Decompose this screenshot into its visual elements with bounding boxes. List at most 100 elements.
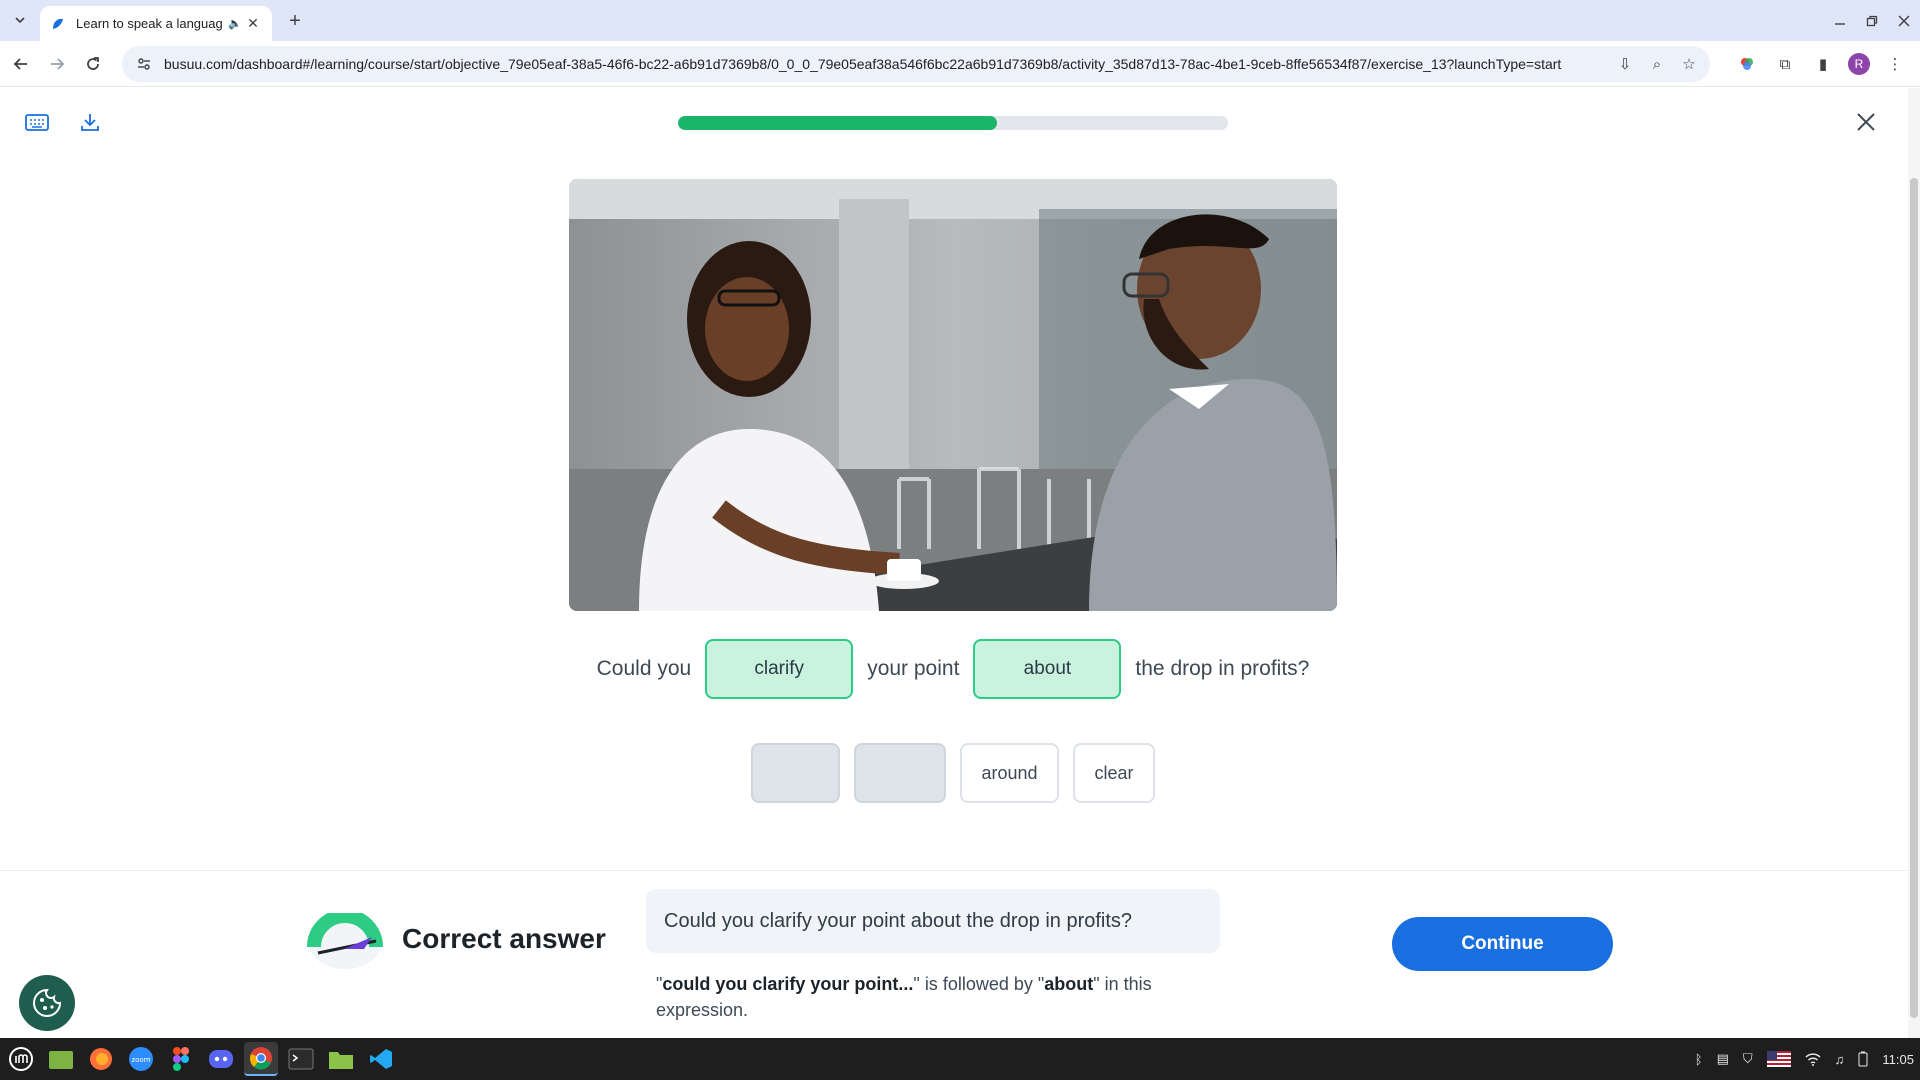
restore-icon[interactable] [1856, 0, 1888, 41]
files-desktop-icon[interactable] [44, 1042, 78, 1076]
explain-middle: " is followed by " [913, 974, 1045, 994]
download-glyph-icon [81, 114, 99, 131]
bluetooth-icon[interactable]: ᛒ [1695, 1052, 1703, 1067]
forward-arrow-icon[interactable] [44, 51, 70, 77]
back-glyph-icon [13, 58, 27, 70]
clipboard-icon[interactable]: ▤ [1717, 1051, 1729, 1067]
office-meeting-illustration [569, 179, 1337, 611]
site-info-icon[interactable] [134, 54, 154, 74]
tab-title: Learn to speak a languag [76, 16, 223, 31]
taskbar-launchers: zoom [4, 1042, 398, 1076]
keyboard-glyph-icon [25, 114, 49, 131]
shield-icon[interactable]: ⛉ [1743, 1051, 1753, 1067]
omnibox-actions: ⇩ ⌕ ☆ [1614, 53, 1700, 75]
profile-avatar[interactable]: R [1848, 53, 1870, 75]
bookmark-star-icon[interactable]: ☆ [1678, 53, 1700, 75]
used-option-slot [751, 743, 840, 803]
vscode-icon[interactable] [364, 1042, 398, 1076]
cookie-settings-button[interactable] [19, 975, 75, 1031]
word-options: around clear [569, 742, 1337, 804]
sentence-part-1: Could you [596, 657, 692, 680]
color-wheel-glyph-icon [1741, 58, 1753, 70]
option-chip[interactable]: around [960, 743, 1059, 803]
discord-icon[interactable] [204, 1042, 238, 1076]
chrome-glyph-icon [250, 1047, 272, 1070]
used-option-slot [854, 743, 946, 803]
extensions-puzzle-icon[interactable]: ⧉ [1772, 51, 1798, 77]
feedback-panel: Correct answer Could you clarify your po… [0, 870, 1908, 1038]
more-menu-icon[interactable]: ⋮ [1882, 51, 1908, 77]
browser-tab-active[interactable]: Learn to speak a languag 🔈 ✕ [40, 6, 272, 41]
wifi-icon[interactable] [1805, 1052, 1821, 1066]
sentence-part-3: the drop in profits? [1135, 657, 1310, 680]
download-icon[interactable] [72, 104, 108, 140]
speaker-muted-icon[interactable]: 🔈 [228, 17, 242, 30]
back-arrow-icon[interactable] [8, 51, 34, 77]
system-tray: ᛒ ▤ ⛉ ♫ 11:05 [1695, 1038, 1914, 1080]
window-controls [1824, 0, 1920, 41]
busuu-favicon-icon [53, 18, 63, 29]
install-app-icon[interactable]: ⇩ [1614, 53, 1636, 75]
keyboard-icon[interactable] [19, 104, 55, 140]
answer-gap-1[interactable]: clarify [705, 639, 854, 699]
terminal-glyph-icon [288, 1048, 314, 1070]
tab-close-icon[interactable]: ✕ [244, 15, 262, 33]
green-folder-glyph-icon [49, 1051, 73, 1069]
tune-glyph-icon [138, 58, 150, 70]
folder-glyph-icon [329, 1052, 353, 1069]
continue-button[interactable]: Continue [1392, 917, 1613, 971]
correct-answer-box: Could you clarify your point about the d… [646, 889, 1220, 953]
toolbar-actions: ⧉ ▮ R ⋮ [1734, 51, 1920, 77]
close-window-icon[interactable] [1888, 0, 1920, 41]
option-chip[interactable]: clear [1073, 743, 1155, 803]
mint-logo-glyph-icon [9, 1047, 33, 1071]
cookie-icon [33, 988, 62, 1017]
exercise-sentence: Could you clarify your point about the d… [569, 638, 1337, 700]
chrome-icon[interactable] [244, 1042, 278, 1076]
side-panel-icon[interactable]: ▮ [1810, 51, 1836, 77]
page-scrollbar[interactable] [1908, 88, 1920, 1038]
explain-keyword: about [1044, 974, 1094, 994]
terminal-icon[interactable] [284, 1042, 318, 1076]
firefox-glyph-icon [90, 1048, 112, 1070]
zoom-app-icon[interactable]: zoom [124, 1042, 158, 1076]
close-glyph-icon [1898, 15, 1910, 26]
lesson-page: Could you clarify your point about the d… [0, 88, 1908, 1038]
figma-icon[interactable] [164, 1042, 198, 1076]
menu-logo-icon[interactable] [4, 1042, 38, 1076]
color-extension-icon[interactable] [1734, 51, 1760, 77]
clock[interactable]: 11:05 [1882, 1052, 1914, 1067]
browser-toolbar: busuu.com/dashboard#/learning/course/sta… [0, 41, 1920, 87]
wifi-glyph-icon [1805, 1053, 1821, 1066]
answer-gap-2[interactable]: about [973, 639, 1122, 699]
flag-glyph-icon [1766, 1051, 1791, 1067]
explain-expression: could you clarify your point... [662, 974, 914, 994]
minimize-icon[interactable] [1824, 0, 1856, 41]
scrollbar-thumb[interactable] [1910, 178, 1918, 1018]
tab-search-button[interactable] [8, 8, 32, 32]
firefox-icon[interactable] [84, 1042, 118, 1076]
lesson-progress-bar [678, 116, 1228, 130]
figma-glyph-icon [173, 1047, 189, 1071]
sentence-part-2: your point [867, 657, 960, 680]
browser-tabstrip: Learn to speak a languag 🔈 ✕ + [0, 0, 1920, 41]
minimize-glyph-icon [1835, 22, 1845, 25]
reload-icon[interactable] [80, 51, 106, 77]
lesson-progress-fill [678, 116, 997, 130]
grammar-explanation: "could you clarify your point..." is fol… [656, 971, 1216, 1023]
chevron-down-icon [15, 17, 25, 24]
url-text: busuu.com/dashboard#/learning/course/sta… [164, 56, 1562, 72]
battery-icon[interactable] [1858, 1051, 1868, 1067]
exercise-photo [569, 179, 1337, 611]
zoom-icon[interactable]: ⌕ [1646, 53, 1668, 75]
music-note-icon[interactable]: ♫ [1835, 1052, 1845, 1067]
new-tab-button[interactable]: + [282, 8, 308, 34]
svg-text:zoom: zoom [131, 1056, 150, 1064]
success-gauge-icon [307, 913, 383, 969]
close-lesson-icon[interactable] [1848, 104, 1884, 140]
us-flag-icon[interactable] [1766, 1051, 1791, 1067]
file-manager-icon[interactable] [324, 1042, 358, 1076]
restore-glyph-icon [1866, 15, 1878, 26]
battery-glyph-icon [1858, 1051, 1868, 1067]
address-bar[interactable]: busuu.com/dashboard#/learning/course/sta… [122, 46, 1710, 82]
